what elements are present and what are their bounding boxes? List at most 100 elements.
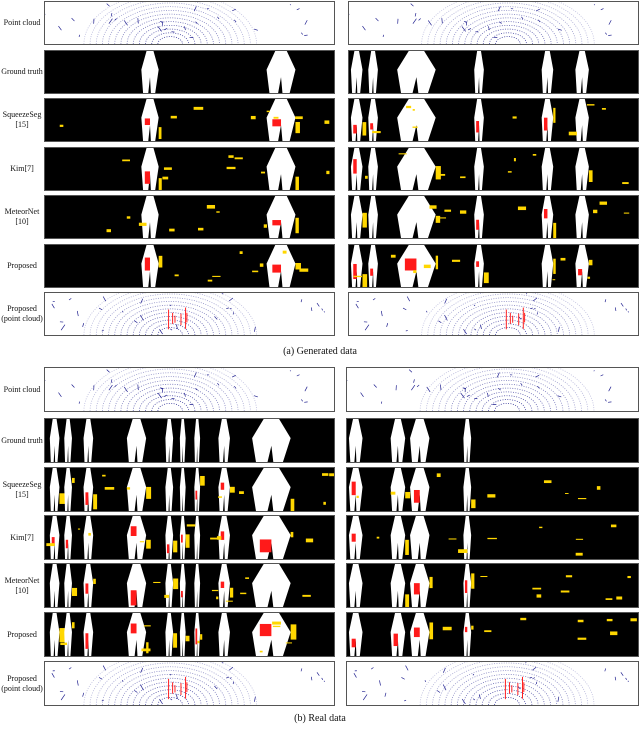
false-negative-mark	[543, 117, 548, 131]
point-cloud-panel	[44, 367, 335, 412]
false-positive-mark	[532, 587, 542, 590]
false-positive-mark	[435, 255, 439, 270]
false-positive-mark	[553, 258, 556, 274]
false-negative-mark	[413, 583, 420, 595]
false-positive-mark	[405, 594, 410, 607]
false-positive-mark	[234, 157, 243, 160]
segmentation-panel	[44, 467, 335, 512]
false-positive-mark	[259, 650, 263, 653]
segmentation-panel	[348, 195, 639, 239]
point-cloud-panel	[44, 661, 335, 706]
false-positive-mark	[560, 590, 570, 593]
false-negative-mark	[413, 627, 420, 638]
false-positive-mark	[60, 642, 68, 646]
segmentation-background	[347, 516, 638, 559]
segmentation-background	[347, 564, 638, 607]
false-positive-mark	[143, 625, 151, 627]
false-negative-mark	[195, 490, 198, 500]
false-positive-mark	[512, 116, 517, 119]
false-positive-mark	[390, 254, 396, 258]
false-negative-mark	[166, 544, 170, 554]
false-positive-mark	[480, 575, 488, 578]
segmentation-background	[349, 99, 638, 141]
false-negative-mark	[85, 583, 89, 594]
row-label: MeteorNet [10]	[4, 575, 40, 595]
false-negative-mark	[259, 539, 272, 553]
false-negative-mark	[272, 264, 282, 273]
segmentation-panel	[44, 418, 335, 463]
false-negative-mark	[370, 268, 374, 276]
row-label: Point cloud	[3, 384, 41, 394]
point-cloud-panel	[346, 367, 639, 412]
false-positive-mark	[412, 109, 415, 111]
false-positive-mark	[141, 648, 151, 652]
false-positive-mark	[102, 474, 106, 477]
false-positive-mark	[158, 127, 162, 140]
false-negative-mark	[85, 633, 89, 649]
row-label: Point cloud	[3, 18, 41, 27]
segmentation-panel	[348, 147, 639, 191]
false-negative-mark	[476, 261, 480, 267]
row-label: MeteorNet [10]	[4, 207, 40, 226]
segmentation-background	[349, 196, 638, 238]
false-positive-mark	[225, 600, 233, 602]
false-positive-mark	[326, 170, 330, 175]
false-positive-mark	[405, 491, 411, 499]
false-negative-mark	[220, 482, 225, 490]
false-positive-mark	[59, 493, 66, 504]
false-negative-mark	[181, 534, 183, 543]
false-positive-mark	[362, 274, 368, 287]
segmentation-panel	[44, 195, 335, 239]
false-positive-mark	[104, 487, 115, 490]
false-positive-mark	[630, 618, 637, 622]
segmentation-panel	[44, 563, 335, 608]
segmentation-panel	[44, 98, 335, 142]
false-negative-mark	[130, 526, 137, 536]
false-positive-mark	[412, 126, 418, 128]
false-negative-mark	[476, 219, 480, 230]
false-positive-mark	[240, 592, 247, 595]
false-positive-mark	[295, 116, 303, 120]
false-negative-mark	[351, 638, 356, 648]
row-label: Proposed	[7, 629, 37, 639]
false-positive-mark	[46, 543, 55, 547]
false-positive-mark	[622, 182, 629, 185]
false-negative-mark	[351, 533, 356, 542]
false-positive-mark	[575, 552, 583, 556]
false-positive-mark	[329, 473, 334, 477]
false-positive-mark	[398, 153, 407, 155]
false-positive-mark	[376, 536, 380, 539]
false-positive-mark	[532, 154, 537, 156]
false-negative-mark	[351, 481, 356, 496]
false-positive-mark	[164, 594, 170, 598]
false-positive-mark	[429, 205, 437, 209]
false-negative-mark	[353, 159, 357, 174]
false-positive-mark	[429, 622, 434, 640]
false-positive-mark	[88, 532, 91, 536]
segmentation-background	[349, 245, 638, 287]
segmentation-panel	[346, 418, 639, 463]
false-positive-mark	[471, 499, 476, 509]
false-negative-mark	[65, 539, 69, 549]
false-positive-mark	[436, 473, 441, 478]
false-positive-mark	[552, 279, 556, 281]
false-positive-mark	[458, 549, 468, 553]
false-positive-mark	[71, 477, 75, 483]
point-cloud-panel	[348, 1, 639, 45]
false-positive-mark	[356, 495, 359, 498]
false-positive-mark	[295, 176, 299, 190]
false-positive-mark	[239, 491, 244, 494]
false-negative-mark	[578, 269, 583, 276]
false-positive-mark	[138, 222, 147, 226]
segmentation-panel	[348, 50, 639, 94]
segmentation-background	[347, 613, 638, 656]
false-negative-mark	[464, 626, 468, 633]
false-positive-mark	[210, 537, 220, 540]
false-positive-mark	[173, 633, 178, 648]
false-positive-mark	[226, 166, 236, 170]
false-positive-mark	[299, 268, 309, 272]
false-positive-mark	[200, 475, 205, 486]
point-cloud-panel	[44, 292, 335, 336]
false-positive-mark	[207, 279, 213, 282]
false-positive-mark	[295, 217, 299, 234]
